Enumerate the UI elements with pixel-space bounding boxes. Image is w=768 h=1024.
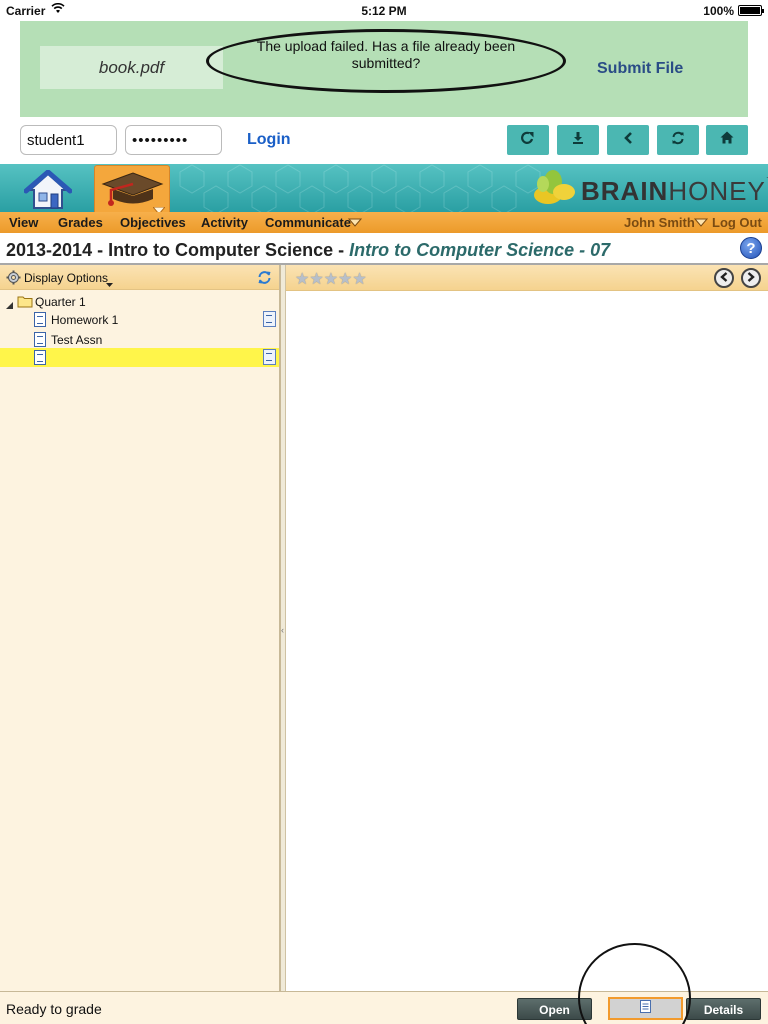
- logo-bold-text: BRAIN: [581, 176, 669, 206]
- document-icon: [34, 350, 46, 365]
- ios-status-bar: Carrier 5:12 PM 100%: [0, 0, 768, 20]
- external-link-icon: [521, 131, 535, 150]
- logo-wordmark: BRAINHONEY™: [581, 176, 768, 207]
- status-message: Ready to grade: [6, 1001, 102, 1017]
- home-button[interactable]: [706, 125, 748, 155]
- main-menu-bar: View Grades Objectives Activity Communic…: [0, 212, 768, 233]
- splitter-grip-icon[interactable]: ‹: [281, 625, 284, 635]
- upload-error-message: The upload failed. Has a file already be…: [206, 29, 566, 93]
- menu-objectives[interactable]: Objectives: [120, 215, 186, 230]
- battery-percentage: 100%: [703, 4, 734, 18]
- next-item-button[interactable]: [741, 268, 761, 288]
- folder-icon: [17, 295, 33, 311]
- house-icon: [23, 168, 73, 212]
- tree-toolbar: Display Options: [0, 265, 279, 290]
- communicate-dropdown-icon[interactable]: [347, 216, 363, 231]
- logout-link[interactable]: Log Out: [712, 215, 762, 230]
- battery-icon: [738, 5, 764, 16]
- tree-item-row[interactable]: Homework 1: [0, 310, 279, 329]
- download-button[interactable]: [557, 125, 599, 155]
- display-options-menu[interactable]: Display Options: [24, 271, 108, 285]
- upload-panel: book.pdf The upload failed. Has a file a…: [20, 21, 748, 117]
- rating-stars[interactable]: ★★★★★: [295, 269, 367, 289]
- document-icon: [34, 312, 46, 327]
- submission-document-icon[interactable]: [263, 349, 276, 365]
- menu-grades[interactable]: Grades: [58, 215, 103, 230]
- course-tab[interactable]: [94, 165, 170, 212]
- bottom-status-bar: Ready to grade Open Details: [0, 991, 768, 1024]
- home-icon: [720, 131, 734, 149]
- password-field[interactable]: [125, 125, 222, 155]
- home-tab[interactable]: [23, 168, 73, 212]
- details-button[interactable]: Details: [686, 998, 761, 1020]
- arrow-left-icon: [720, 269, 728, 287]
- logo-thin-text: HONEY: [668, 176, 766, 206]
- tab-dropdown-icon[interactable]: [151, 202, 167, 212]
- submit-file-button[interactable]: Submit File: [597, 60, 683, 78]
- refresh-icon: [671, 131, 685, 150]
- app-header: BRAINHONEY™: [0, 164, 768, 212]
- document-icon: [640, 999, 651, 1018]
- tree-item-row-selected[interactable]: [0, 348, 279, 367]
- flower-logo-icon: [531, 168, 577, 212]
- back-icon: [623, 131, 633, 149]
- refresh-button[interactable]: [657, 125, 699, 155]
- folder-label: Quarter 1: [35, 295, 86, 309]
- open-external-button[interactable]: [507, 125, 549, 155]
- view-document-button[interactable]: [608, 997, 683, 1020]
- selected-file-field[interactable]: book.pdf: [40, 46, 223, 89]
- submission-document-icon[interactable]: [263, 311, 276, 327]
- display-options-caret-icon[interactable]: [106, 276, 113, 290]
- open-button[interactable]: Open: [517, 998, 592, 1020]
- tree-folder-row[interactable]: Quarter 1: [0, 292, 279, 311]
- help-icon[interactable]: ?: [740, 237, 762, 259]
- course-section-title: Intro to Computer Science - 07: [349, 240, 611, 260]
- document-icon: [34, 332, 46, 347]
- menu-view[interactable]: View: [9, 215, 38, 230]
- brainhoney-logo: BRAINHONEY™: [531, 168, 768, 208]
- clock: 5:12 PM: [361, 4, 407, 18]
- current-user-menu[interactable]: John Smith: [624, 215, 695, 230]
- menu-activity[interactable]: Activity: [201, 215, 248, 230]
- username-field[interactable]: [20, 125, 117, 155]
- login-button[interactable]: Login: [247, 131, 291, 149]
- tree-item-label: Test Assn: [51, 333, 103, 347]
- tree-item-row[interactable]: Test Assn: [0, 330, 279, 349]
- gear-icon[interactable]: [6, 270, 21, 288]
- content-viewer-panel: ★★★★★: [286, 265, 768, 991]
- tree-item-label: Homework 1: [51, 313, 119, 327]
- download-icon: [572, 131, 584, 149]
- sync-icon[interactable]: [257, 270, 272, 288]
- viewer-toolbar: ★★★★★: [286, 265, 768, 291]
- page-title: 2013-2014 - Intro to Computer Science - …: [6, 240, 610, 261]
- user-dropdown-icon[interactable]: [693, 216, 709, 231]
- menu-communicate[interactable]: Communicate: [265, 215, 351, 230]
- back-button[interactable]: [607, 125, 649, 155]
- previous-item-button[interactable]: [714, 268, 734, 288]
- course-tree-panel: Display Options Quarter 1 Homework 1 Tes…: [0, 265, 281, 991]
- arrow-right-icon: [747, 269, 755, 287]
- course-title-main: 2013-2014 - Intro to Computer Science -: [6, 240, 350, 260]
